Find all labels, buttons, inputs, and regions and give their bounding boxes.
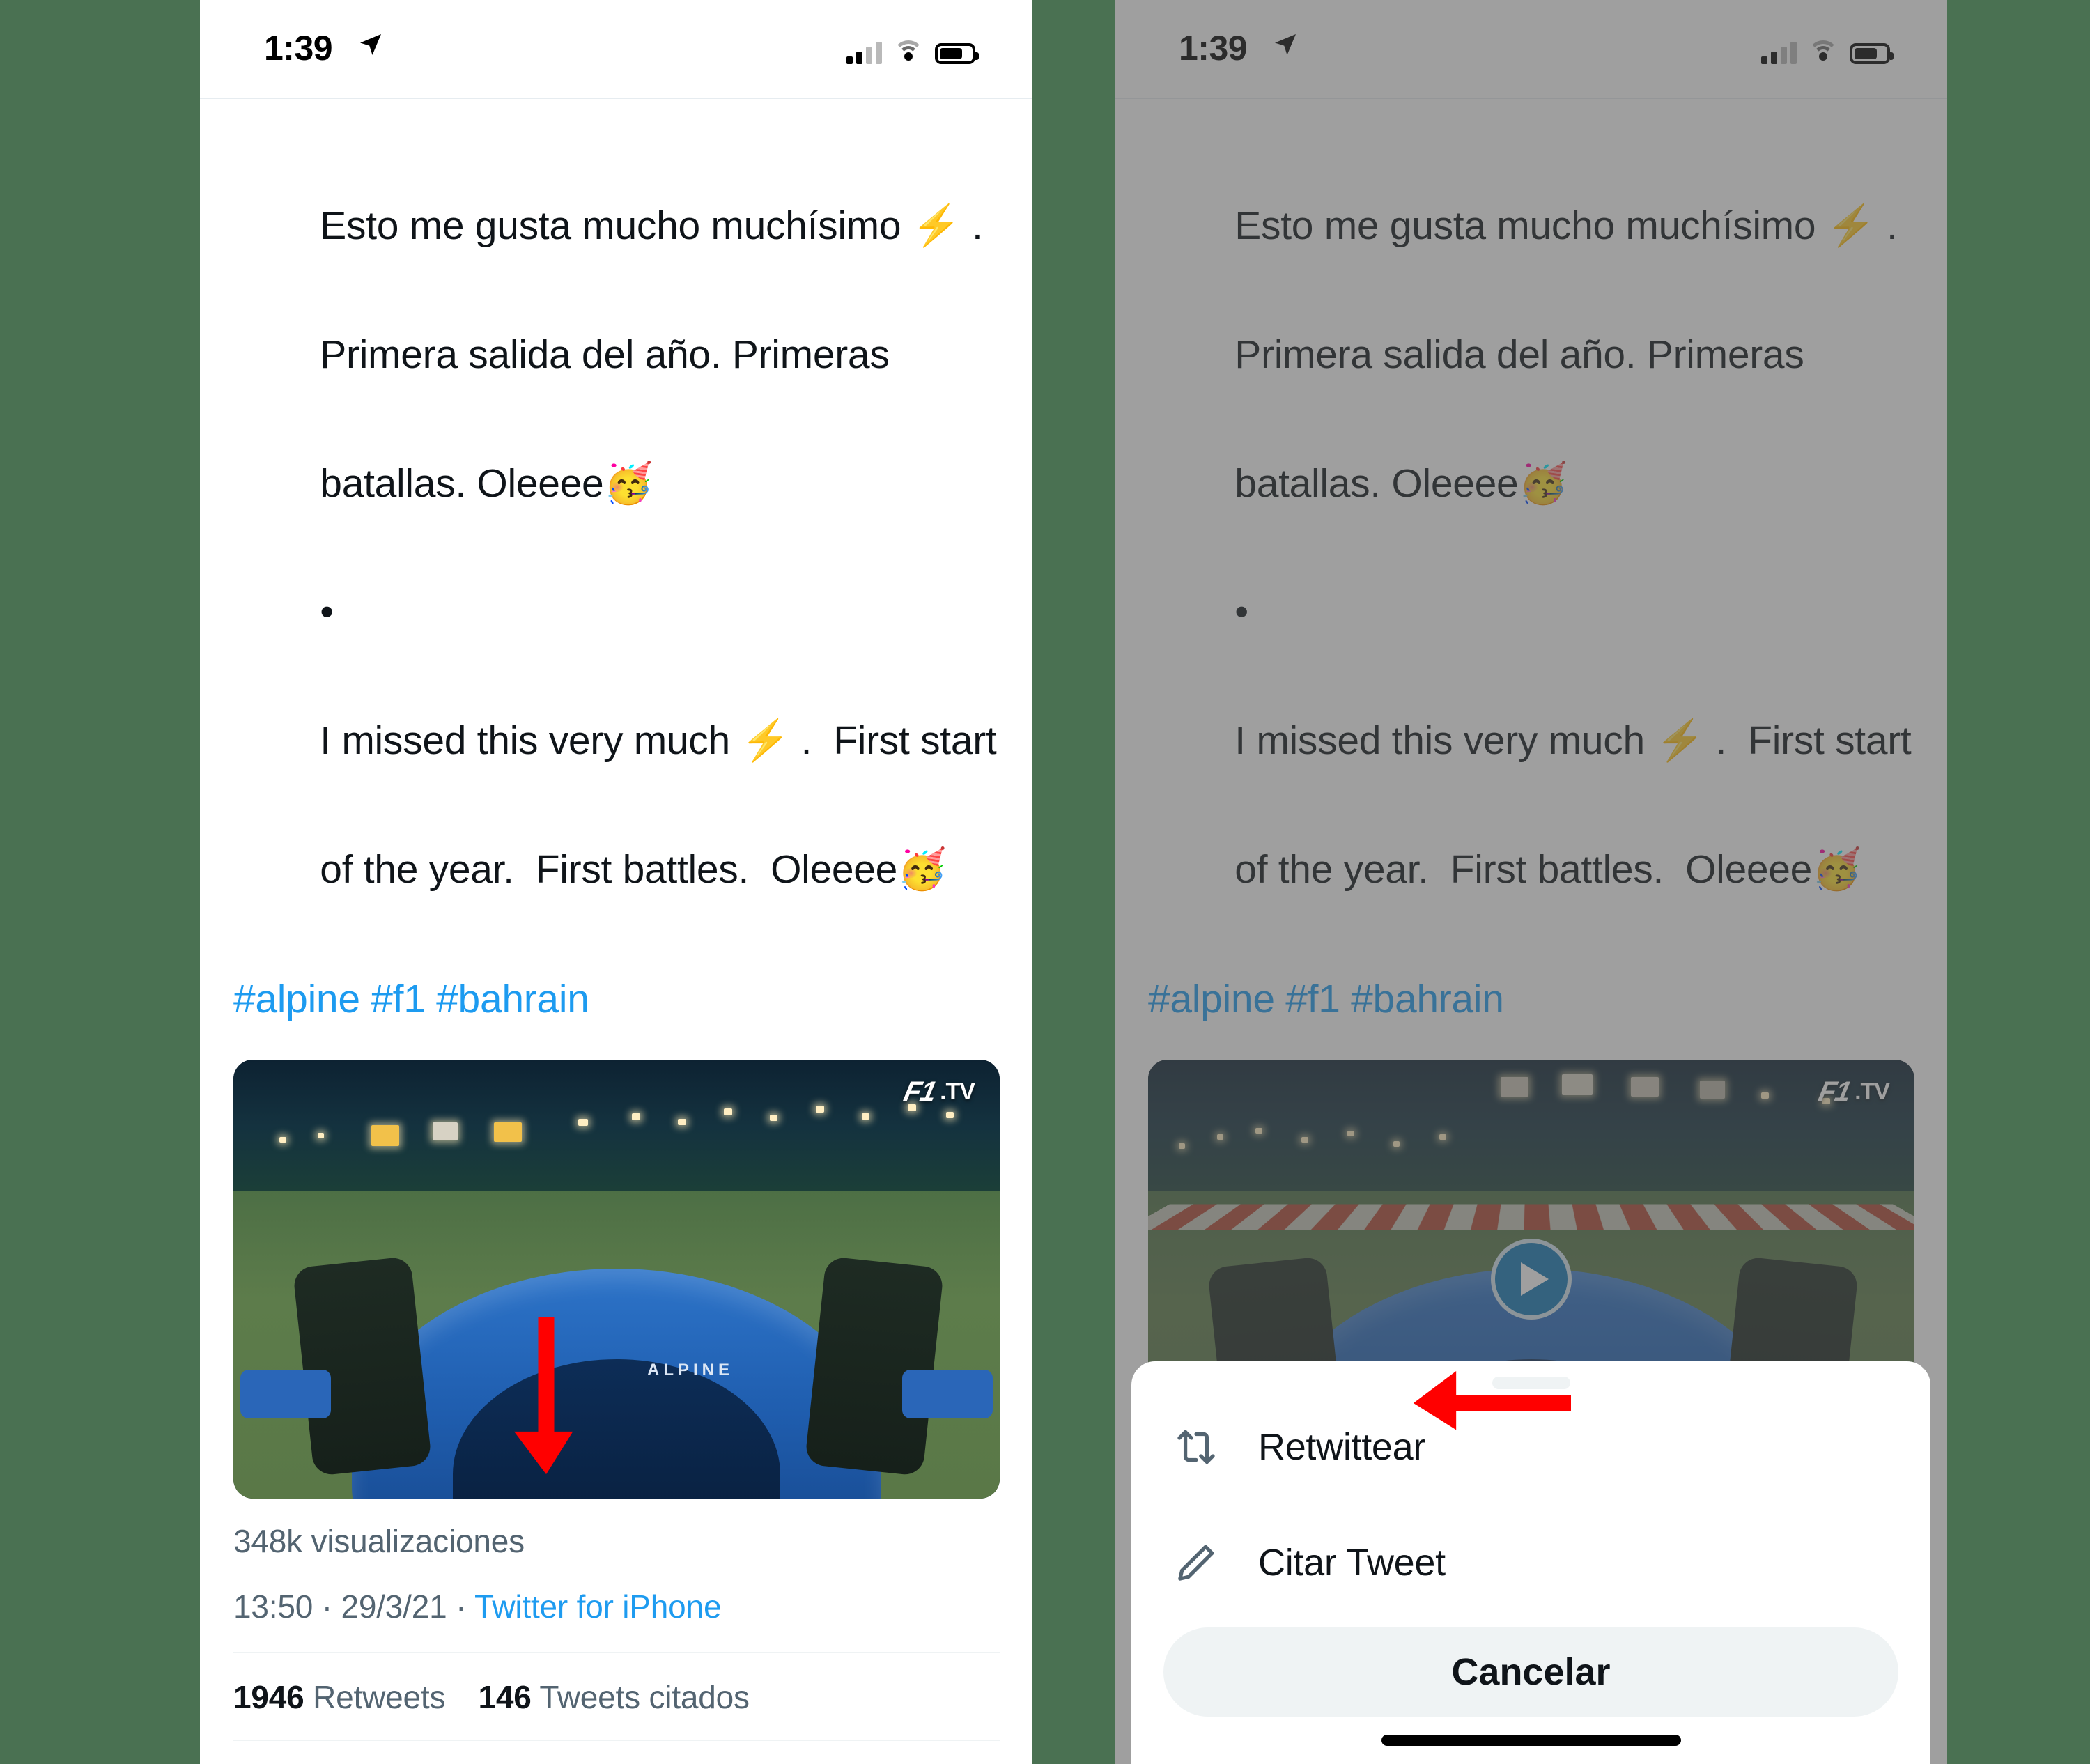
- battery-icon-right: [1850, 43, 1894, 64]
- status-bar: 1:39: [200, 0, 1032, 98]
- status-bar-right: 1:39: [1115, 0, 1947, 98]
- status-bar-indicators-right: [1761, 32, 1894, 64]
- tweet-hashtags[interactable]: #alpine #f1 #bahrain: [233, 967, 999, 1031]
- home-indicator-right: [1381, 1735, 1681, 1746]
- location-arrow-icon: [357, 31, 385, 63]
- meta-sep-1: ·: [321, 1588, 332, 1625]
- tweet-time: 13:50: [233, 1588, 314, 1625]
- sheet-item-quote-tweet-label: Citar Tweet: [1258, 1542, 1446, 1584]
- retweets-count: 1946: [233, 1678, 304, 1715]
- status-bar-time: 1:39: [264, 29, 333, 68]
- screenshot-stage: 1:39 Esto me gusta mucho muchísimo ⚡ . P…: [0, 0, 2090, 1764]
- video-car-livery-text: ALPINE: [647, 1360, 734, 1379]
- tweet-line-5: of the year. First battles. Oleeee🥳: [320, 846, 947, 892]
- tweet-detail: Esto me gusta mucho muchísimo ⚡ . Primer…: [200, 99, 1032, 1764]
- f1-logo-text-right: F1: [1816, 1076, 1854, 1107]
- phone-screen-right: 1:39 Esto me gusta mucho muchísimo ⚡ . P…: [1115, 0, 1947, 1764]
- tweet-bullet-right: •: [1234, 589, 1248, 635]
- cellular-signal-icon: [846, 40, 882, 64]
- sheet-item-quote-tweet[interactable]: Citar Tweet: [1131, 1505, 1930, 1620]
- tweet-line-3: batallas. Oleeee🥳: [320, 461, 653, 506]
- tv-logo-text: .TV: [940, 1078, 975, 1105]
- tweet-line-2-right: Primera salida del año. Primeras: [1234, 332, 1804, 377]
- quotes-count: 146: [478, 1678, 532, 1715]
- tv-logo-text-right: .TV: [1855, 1078, 1890, 1105]
- tweet-text-spanish: Esto me gusta mucho muchísimo ⚡ . Primer…: [233, 130, 999, 966]
- likes-stats: 25,7k Me gusta: [233, 1741, 999, 1764]
- tweet-line-1: Esto me gusta mucho muchísimo ⚡ .: [320, 203, 983, 249]
- wifi-icon: [893, 40, 924, 64]
- annotation-arrow-left: [1413, 1371, 1571, 1430]
- f1tv-watermark: F1 .TV: [901, 1076, 975, 1108]
- phone-screen-left: 1:39 Esto me gusta mucho muchísimo ⚡ . P…: [200, 0, 1032, 1764]
- play-button-icon[interactable]: [1491, 1238, 1572, 1320]
- pencil-icon: [1178, 1545, 1214, 1581]
- retweet-icon: [1177, 1430, 1215, 1464]
- sheet-item-retweet-label: Retwittear: [1258, 1426, 1426, 1468]
- quotes-label[interactable]: Tweets citados: [539, 1679, 750, 1715]
- retweet-quote-stats: 1946 Retweets 146 Tweets citados: [233, 1653, 999, 1740]
- f1tv-watermark-right: F1 .TV: [1816, 1076, 1890, 1108]
- video-tyre-right: [804, 1255, 945, 1476]
- status-bar-time-right: 1:39: [1179, 29, 1248, 68]
- location-arrow-icon-right: [1271, 31, 1299, 63]
- wifi-icon-right: [1808, 40, 1839, 64]
- f1-logo-text: F1: [901, 1076, 939, 1107]
- cancel-button[interactable]: Cancelar: [1163, 1627, 1898, 1717]
- tweet-hashtags-right[interactable]: #alpine #f1 #bahrain: [1148, 967, 1914, 1031]
- video-mirror-right: [902, 1369, 993, 1418]
- video-tyre-left: [292, 1255, 433, 1476]
- battery-icon: [935, 43, 979, 64]
- status-bar-indicators: [846, 32, 979, 64]
- video-track-lights: [233, 1060, 1000, 1209]
- tweet-line-1-right: Esto me gusta mucho muchísimo ⚡ .: [1234, 203, 1898, 249]
- tweet-text-spanish-right: Esto me gusta mucho muchísimo ⚡ . Primer…: [1148, 130, 1914, 966]
- retweets-label[interactable]: Retweets: [313, 1679, 445, 1715]
- cellular-signal-icon-right: [1761, 40, 1797, 64]
- meta-sep-2: ·: [456, 1588, 467, 1625]
- view-count: 348k visualizaciones: [233, 1522, 525, 1559]
- tweet-line-3-right: batallas. Oleeee🥳: [1234, 461, 1568, 506]
- video-track-lights-right: [1148, 1060, 1914, 1209]
- tweet-date: 29/3/21: [341, 1588, 447, 1625]
- tweet-source[interactable]: Twitter for iPhone: [474, 1588, 722, 1625]
- tweet-bullet: •: [320, 589, 334, 635]
- tweet-meta: 13:50 · 29/3/21 · Twitter for iPhone: [233, 1560, 999, 1652]
- tweet-line-5-right: of the year. First battles. Oleeee🥳: [1234, 846, 1861, 892]
- annotation-arrow-down: [514, 1317, 573, 1475]
- tweet-line-4-right: I missed this very much ⚡ . First start: [1234, 718, 1912, 763]
- tweet-video-thumbnail[interactable]: ALPINE F1 .TV: [233, 1059, 1000, 1499]
- tweet-line-4: I missed this very much ⚡ . First start: [320, 718, 997, 763]
- tweet-line-2: Primera salida del año. Primeras: [320, 332, 890, 377]
- video-mirror-left: [240, 1369, 331, 1418]
